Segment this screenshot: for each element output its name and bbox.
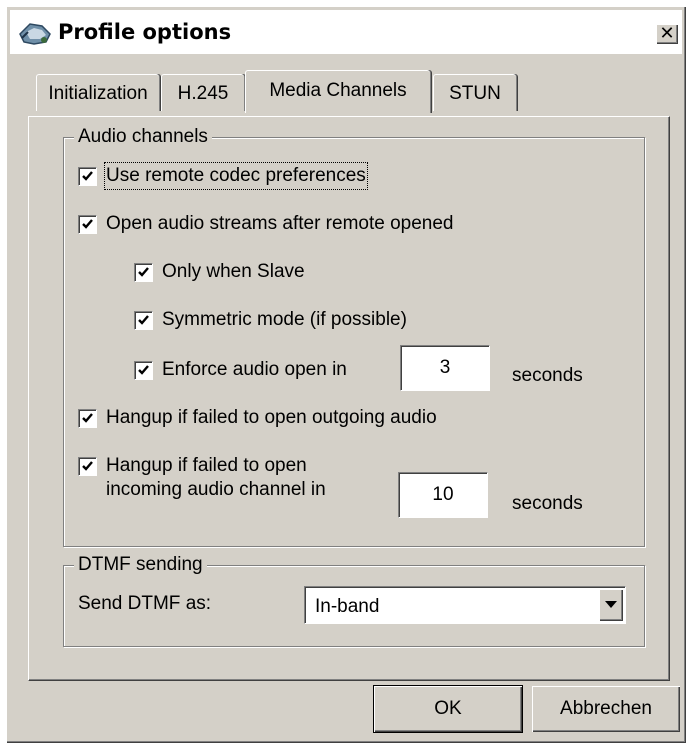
tab-label: Media Channels: [269, 80, 407, 101]
checkmark-icon: [82, 461, 93, 471]
checkbox-box[interactable]: [78, 215, 97, 234]
use-remote-codec-label: Use remote codec preferences: [104, 162, 368, 190]
hangup-incoming-label-line1: Hangup if failed to open: [106, 455, 307, 476]
only-when-slave-checkbox[interactable]: Only when Slave: [134, 260, 374, 286]
symmetric-mode-label: Symmetric mode (if possible): [162, 309, 407, 330]
cancel-label: Abbrechen: [560, 698, 652, 719]
checkmark-icon: [138, 365, 149, 375]
incoming-seconds-input[interactable]: 10: [398, 472, 488, 518]
incoming-seconds-unit: seconds: [512, 493, 583, 514]
checkmark-icon: [82, 413, 93, 423]
hangup-incoming-checkbox[interactable]: Hangup if failed to open incoming audio …: [78, 454, 368, 506]
checkbox-box[interactable]: [78, 457, 97, 476]
checkmark-icon: [138, 267, 149, 277]
audio-channels-group: Audio channels Use remote codec preferen…: [63, 125, 645, 547]
tab-initialization[interactable]: Initialization: [36, 74, 159, 111]
send-dtmf-selected: In-band: [315, 596, 380, 617]
ok-label: OK: [434, 698, 462, 719]
open-after-remote-label: Open audio streams after remote opened: [106, 213, 454, 234]
media-channels-panel: Audio channels Use remote codec preferen…: [28, 116, 670, 681]
only-when-slave-label: Only when Slave: [162, 261, 305, 282]
dtmf-sending-group: DTMF sending Send DTMF as: In-band: [63, 553, 645, 647]
dtmf-sending-title: DTMF sending: [74, 553, 207, 577]
enforce-audio-open-checkbox[interactable]: Enforce audio open in: [134, 358, 394, 384]
cancel-button[interactable]: Abbrechen: [532, 686, 680, 732]
enforce-audio-open-label: Enforce audio open in: [162, 359, 347, 380]
checkmark-icon: [82, 171, 93, 181]
checkmark-icon: [82, 219, 93, 229]
use-remote-codec-checkbox[interactable]: Use remote codec preferences: [78, 162, 418, 190]
phone-app-icon: [16, 20, 54, 48]
window-title: Profile options: [58, 20, 232, 44]
tab-label: Initialization: [48, 83, 148, 104]
enforce-seconds-input[interactable]: 3: [400, 345, 490, 391]
chevron-down-icon: [605, 601, 617, 608]
checkbox-box[interactable]: [78, 409, 97, 428]
checkbox-box[interactable]: [134, 311, 153, 330]
hangup-incoming-label-line2: incoming audio channel in: [106, 479, 326, 500]
profile-options-dialog: Profile options ✕ Initialization H.245 M…: [6, 6, 686, 743]
hangup-outgoing-label: Hangup if failed to open outgoing audio: [106, 407, 437, 428]
checkbox-box[interactable]: [134, 361, 153, 380]
tab-label: STUN: [449, 83, 501, 104]
tab-label: H.245: [177, 83, 229, 104]
ok-button[interactable]: OK: [373, 685, 523, 733]
open-after-remote-checkbox[interactable]: Open audio streams after remote opened: [78, 212, 518, 238]
enforce-seconds-unit: seconds: [512, 365, 583, 386]
send-dtmf-select[interactable]: In-band: [304, 586, 626, 624]
dropdown-button[interactable]: [599, 589, 623, 621]
close-button[interactable]: ✕: [656, 24, 678, 44]
send-dtmf-label: Send DTMF as:: [78, 593, 212, 614]
tab-h245[interactable]: H.245: [161, 74, 244, 111]
checkbox-box[interactable]: [78, 167, 97, 186]
tab-stun[interactable]: STUN: [433, 74, 516, 111]
checkmark-icon: [138, 315, 149, 325]
symmetric-mode-checkbox[interactable]: Symmetric mode (if possible): [134, 308, 454, 334]
tab-media-channels[interactable]: Media Channels: [245, 70, 430, 113]
title-bar[interactable]: Profile options ✕: [10, 10, 682, 54]
hangup-outgoing-checkbox[interactable]: Hangup if failed to open outgoing audio: [78, 406, 518, 432]
checkbox-box[interactable]: [134, 263, 153, 282]
close-icon: ✕: [659, 23, 675, 44]
audio-channels-title: Audio channels: [74, 125, 212, 149]
